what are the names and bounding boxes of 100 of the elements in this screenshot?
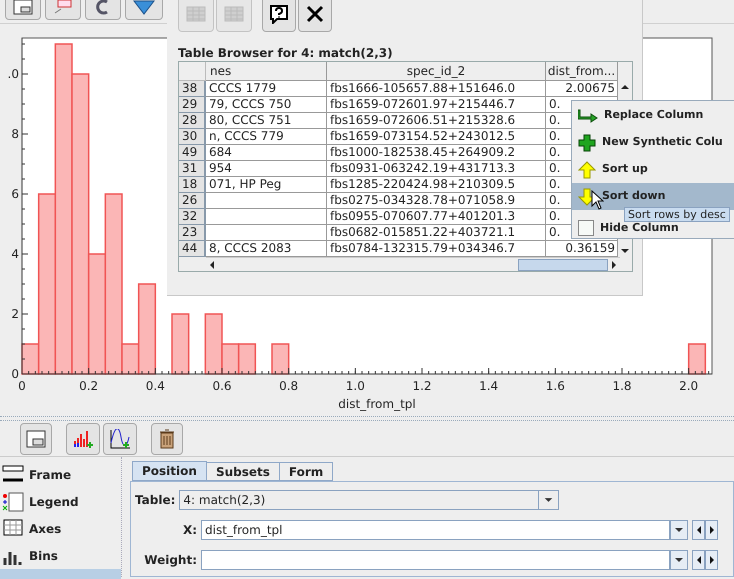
tab[interactable]: Position [132, 461, 207, 481]
curved-arrow-icon [578, 108, 598, 124]
tooltip: Sort rows by desc [624, 207, 730, 222]
table-cell: 0. [549, 113, 560, 128]
table-cell: 0. [549, 129, 560, 144]
y-tick-label: 6 [11, 187, 19, 201]
row-number: 38 [179, 81, 206, 97]
row-number: 30 [179, 129, 206, 145]
tab[interactable]: Subsets [206, 462, 280, 481]
table-cell: 0. [549, 225, 560, 240]
left-arrow-icon [696, 555, 702, 565]
plus-icon [578, 134, 596, 152]
table-cell: 071, HP Peg [209, 177, 282, 191]
table-cell: 0. [549, 193, 560, 208]
table-browser-title: Table Browser for 4: match(2,3) [178, 46, 394, 60]
menu-item[interactable]: New Synthetic Colu [572, 129, 734, 156]
menu-item[interactable]: Sort down [572, 183, 734, 210]
histogram-bar [688, 343, 706, 375]
row-number: 18 [179, 177, 206, 193]
dropdown-arrow-icon [674, 527, 684, 533]
help-icon [269, 4, 289, 24]
layout-button[interactable] [20, 422, 52, 454]
dropdown-button[interactable] [670, 520, 688, 540]
add-function-button[interactable] [103, 422, 137, 454]
row-number: 29 [179, 97, 206, 113]
table-cell: 79, CCCS 750 [209, 97, 292, 111]
x-tick-label: 2.0 [679, 379, 698, 393]
table-cell: fbs1659-072606.51+215328.6 [330, 113, 516, 127]
table-cell: 0. [549, 97, 560, 112]
y-tick-label: 8 [11, 127, 19, 141]
plot-item[interactable]: Axes [0, 515, 121, 542]
table-cell: fbs1285-220424.98+210309.5 [330, 177, 516, 191]
table-cell: fbs1000-182538.45+264909.2 [330, 145, 516, 159]
table-cell: 0.36159 [565, 241, 615, 256]
tab[interactable]: Form [278, 462, 334, 481]
x-tick-label: 1.6 [546, 379, 565, 393]
add-histogram-button[interactable] [66, 422, 100, 454]
checkbox[interactable] [578, 220, 594, 236]
x-tick-label: 1.0 [346, 379, 365, 393]
delete-button[interactable] [151, 422, 183, 454]
table-cell: 2.00675 [565, 81, 615, 96]
row-number: 49 [179, 145, 206, 161]
column-header[interactable]: spec_id_2 [327, 62, 546, 81]
table-cell: 80, CCCS 751 [209, 113, 292, 127]
menu-item[interactable]: Sort up [572, 156, 734, 183]
right-arrow-icon [708, 525, 714, 535]
grid-icon [186, 6, 206, 22]
plot-item[interactable]: Legend [0, 488, 121, 515]
column-field[interactable]: dist_from_tpl [201, 520, 670, 540]
table-cell: fbs1659-072601.97+215446.7 [330, 97, 516, 111]
table-cell: fbs0784-132315.79+034346.7 [330, 241, 516, 255]
y-tick-label: 4 [11, 247, 19, 261]
row-number: 23 [179, 225, 206, 241]
column-field[interactable] [201, 550, 670, 570]
table-cell: 0. [549, 177, 560, 192]
column-header[interactable]: dist_from... [546, 62, 618, 81]
dropdown-button[interactable] [670, 550, 688, 570]
row-number: 31 [179, 161, 206, 177]
layout-icon [26, 430, 46, 448]
curve-button[interactable] [85, 0, 121, 20]
histogram-bar [238, 343, 256, 375]
table-cell: fbs1666-105657.88+151646.0 [330, 81, 516, 95]
row-number: 26 [179, 193, 206, 209]
close-button[interactable] [298, 0, 332, 32]
trash-icon [159, 428, 175, 448]
close-icon [306, 5, 324, 23]
histogram-add-icon [72, 428, 94, 448]
x-tick-label: 0.6 [212, 379, 232, 393]
table-cell: fbs0682-015851.22+403721.1 [330, 225, 516, 239]
table-label: Table: [135, 492, 176, 509]
previous-button[interactable] [692, 520, 705, 540]
histogram-bar [171, 313, 190, 375]
table-cell: CCCS 1779 [209, 81, 276, 95]
x-axis-title: dist_from_tpl [338, 397, 416, 411]
x-tick-label: 1.4 [479, 379, 498, 393]
table-cell: fbs1659-073154.52+243012.5 [330, 129, 516, 143]
y-tick-label: 2 [11, 307, 19, 321]
table-dropdown[interactable]: 4: match(2,3) [179, 490, 560, 510]
layout-button[interactable] [5, 0, 41, 20]
help-button[interactable] [262, 0, 296, 32]
next-button[interactable] [705, 550, 718, 570]
next-button[interactable] [705, 520, 718, 540]
row-number: 44 [179, 241, 206, 257]
histogram-bar [271, 343, 290, 375]
draw-button[interactable] [45, 0, 81, 20]
table-cell: fbs0931-063242.19+431713.3 [330, 161, 516, 175]
x-tick-label: 0.2 [79, 379, 98, 393]
x-tick-label: 0 [18, 379, 26, 393]
table-cell: fbs0275-034328.78+071058.9 [330, 193, 516, 207]
scrollbar-thumb[interactable] [518, 258, 608, 270]
mouse-cursor-icon [591, 190, 604, 210]
menu-item[interactable]: Replace Column [572, 102, 734, 129]
plot-item[interactable]: Bins [0, 542, 121, 569]
dropdown-arrow-icon [674, 557, 684, 563]
column-header[interactable]: nes [206, 62, 327, 81]
x-tick-label: 0.8 [279, 379, 298, 393]
axes-icon [2, 518, 24, 538]
arrow-button[interactable] [125, 0, 163, 20]
previous-button[interactable] [692, 550, 705, 570]
plot-item[interactable]: Frame [0, 461, 121, 488]
